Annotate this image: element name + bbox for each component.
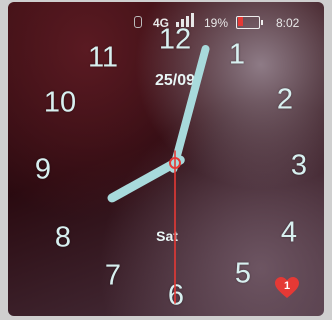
heart-notification[interactable]: 1 bbox=[274, 276, 300, 300]
heart-count: 1 bbox=[283, 280, 291, 292]
minute-hand bbox=[169, 45, 210, 173]
watch-screen: 4G 19% 8:02 12 1 2 3 4 5 6 7 8 9 10 11 2… bbox=[8, 2, 324, 316]
device-frame: 4G 19% 8:02 12 1 2 3 4 5 6 7 8 9 10 11 2… bbox=[0, 0, 332, 320]
clock-hands bbox=[107, 45, 210, 304]
